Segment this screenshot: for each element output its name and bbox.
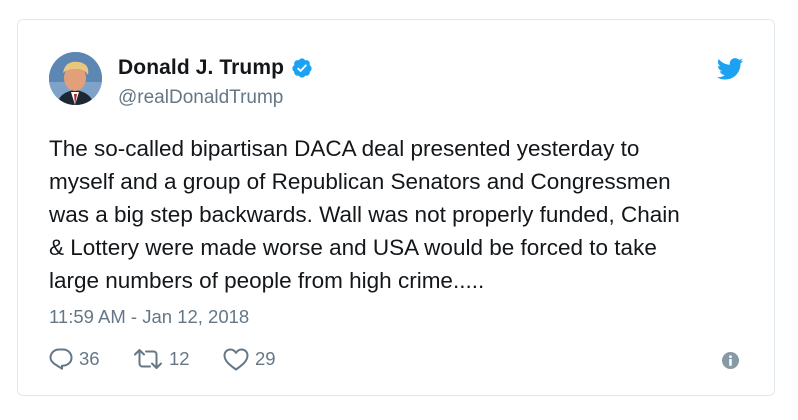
avatar[interactable] — [49, 52, 102, 105]
reply-button[interactable]: 36 — [49, 348, 133, 370]
author-handle[interactable]: @realDonaldTrump — [118, 87, 283, 109]
author-name-row[interactable]: Donald J. Trump — [118, 56, 313, 80]
reply-count: 36 — [79, 348, 100, 369]
tweet-text-line: & Lottery were made worse and USA would … — [49, 235, 657, 260]
tweet-actions: 36 12 29 — [49, 346, 303, 372]
tweet-text-line: was a big step backwards. Wall was not p… — [49, 202, 680, 227]
like-count: 29 — [255, 348, 276, 369]
author-display-name[interactable]: Donald J. Trump — [118, 56, 284, 80]
like-button[interactable]: 29 — [223, 348, 303, 371]
retweet-count: 12 — [169, 348, 190, 369]
tweet-card: Donald J. Trump @realDonaldTrump The so-… — [17, 19, 775, 396]
tweet-text-line: large numbers of people from high crime.… — [49, 268, 485, 293]
tweet-timestamp[interactable]: 11:59 AM - Jan 12, 2018 — [49, 306, 249, 328]
tweet-text-line: myself and a group of Republican Senator… — [49, 169, 671, 194]
info-icon[interactable] — [722, 352, 739, 369]
reply-icon — [49, 348, 73, 370]
tweet-text: The so-called bipartisan DACA deal prese… — [49, 132, 749, 297]
heart-icon — [223, 348, 249, 370]
verified-badge-icon — [291, 57, 313, 79]
retweet-icon — [134, 349, 162, 369]
tweet-text-line: The so-called bipartisan DACA deal prese… — [49, 136, 640, 161]
retweet-button[interactable]: 12 — [133, 348, 223, 370]
twitter-bird-icon[interactable] — [716, 58, 744, 80]
